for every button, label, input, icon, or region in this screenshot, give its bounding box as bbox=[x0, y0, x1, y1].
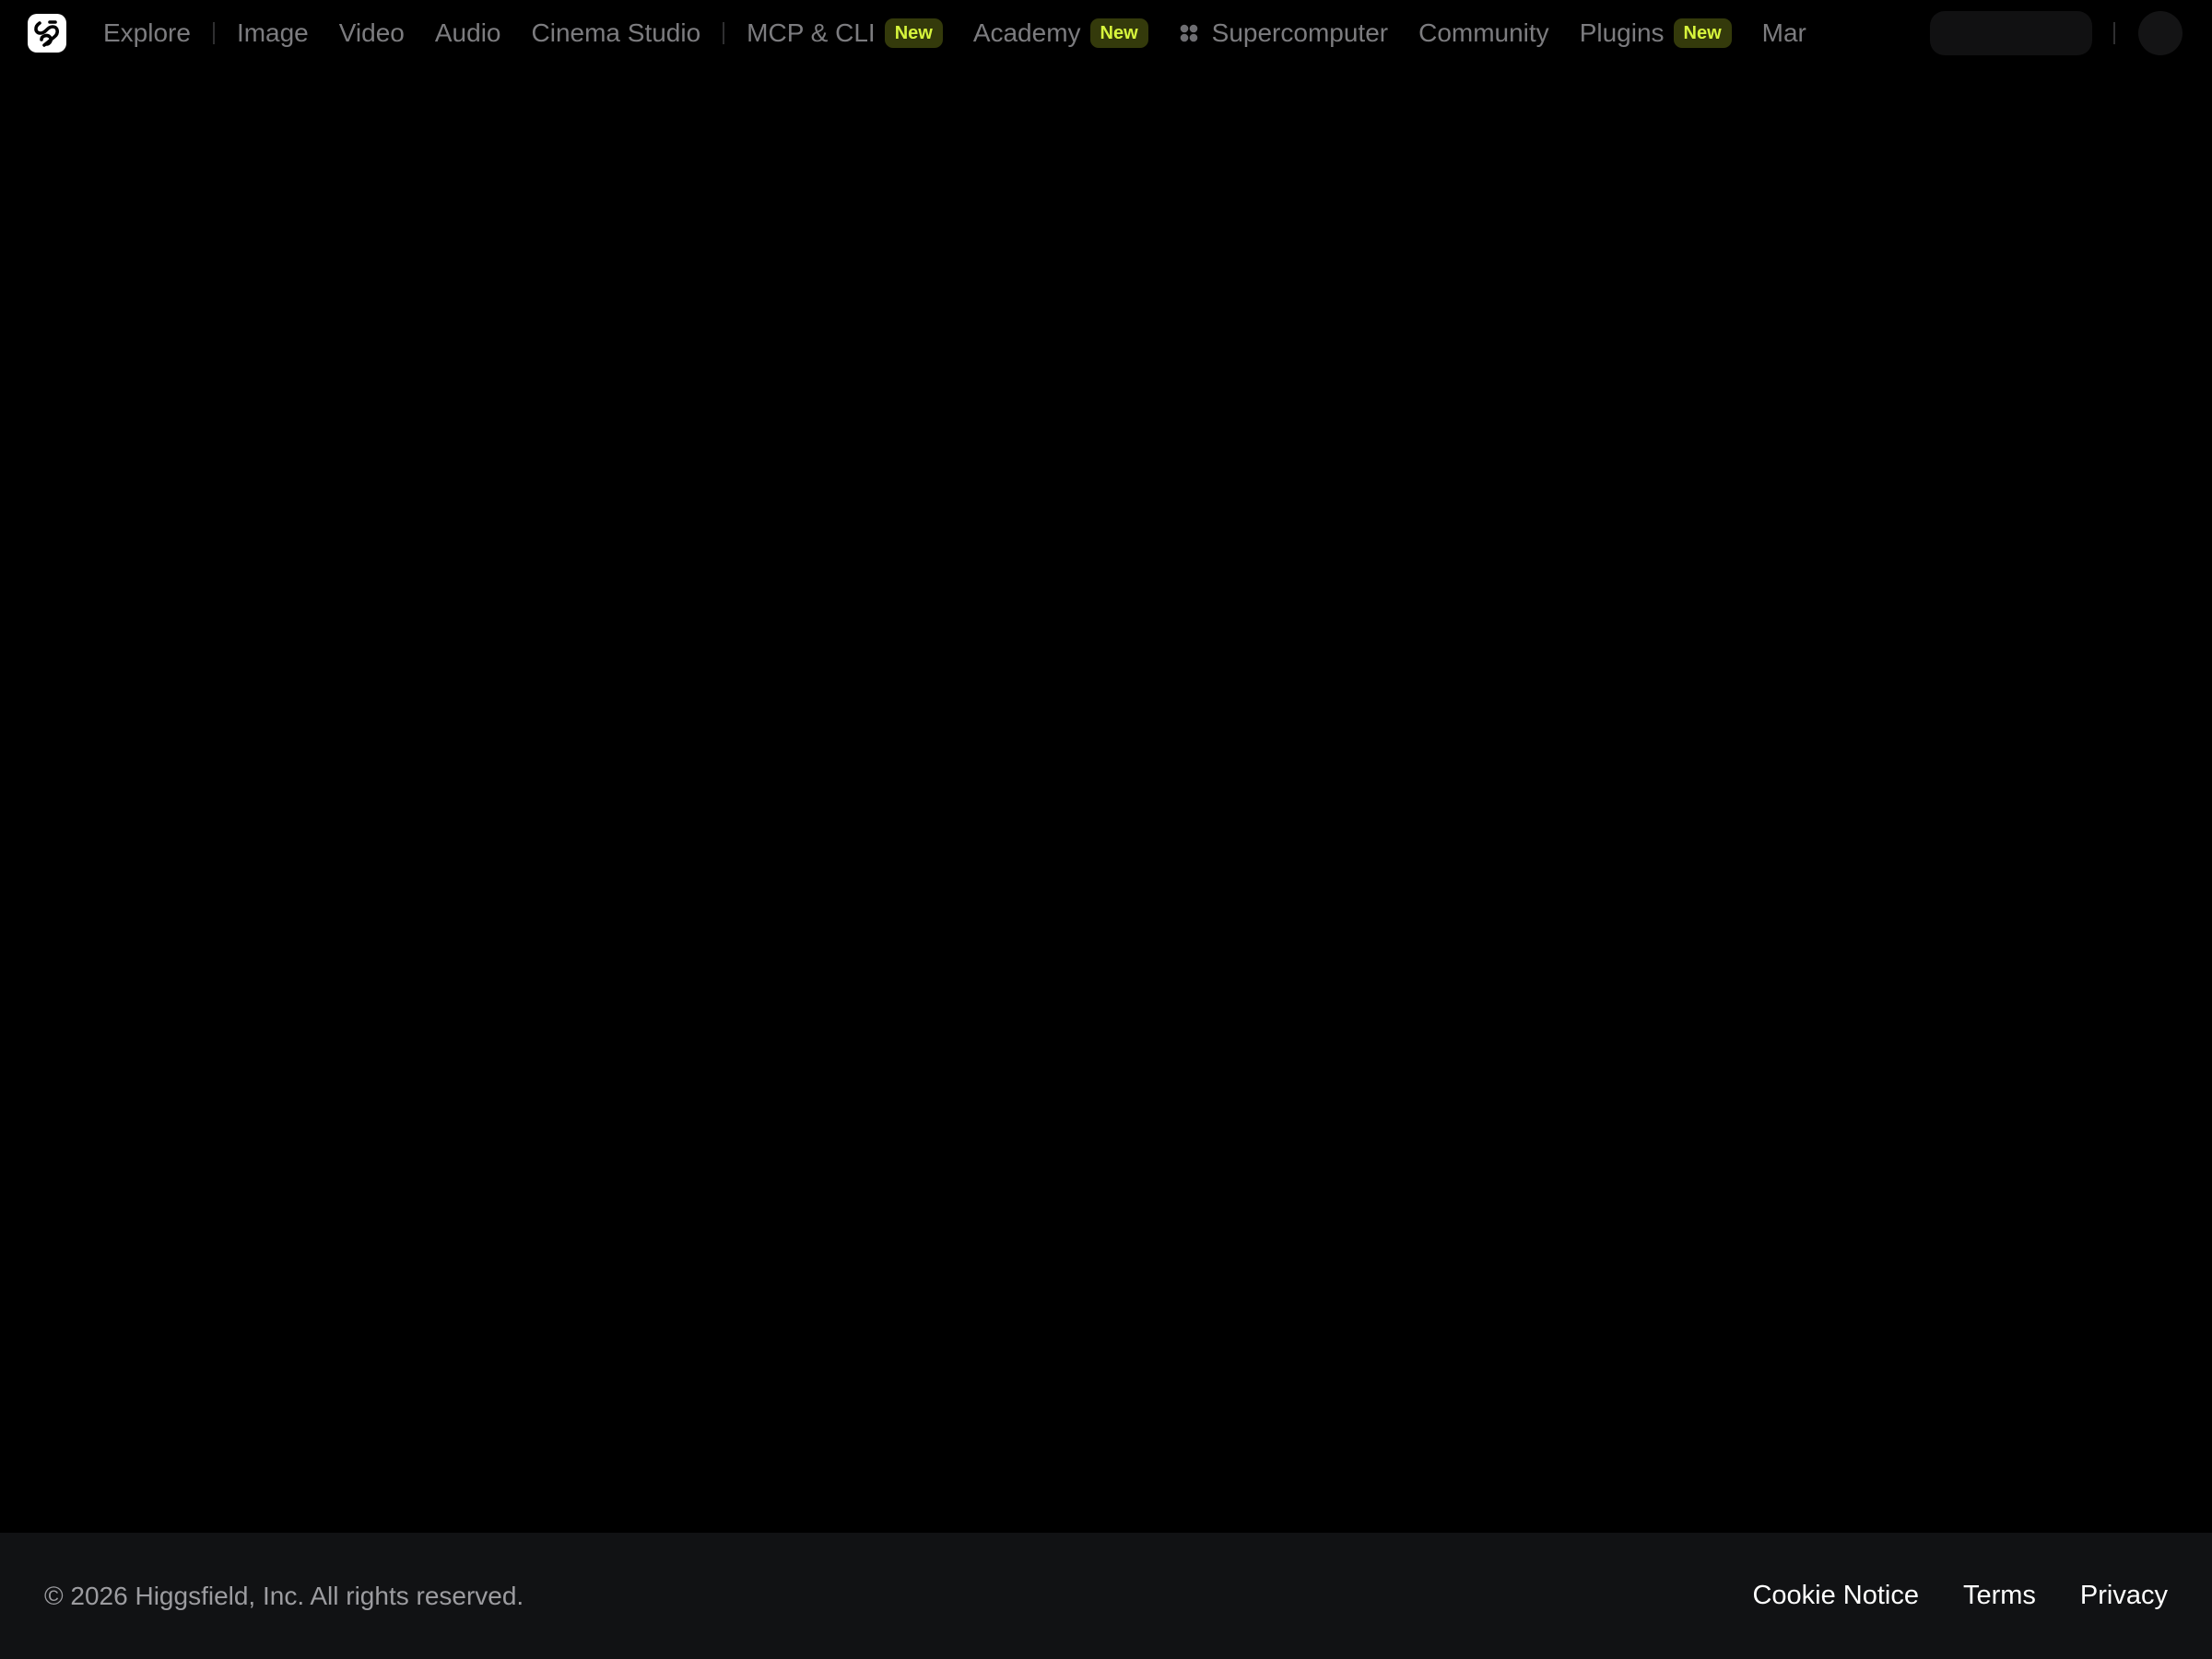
nav-plugins-label: Plugins bbox=[1579, 18, 1665, 47]
avatar[interactable] bbox=[2138, 11, 2183, 55]
copyright-text: © 2026 Higgsfield, Inc. All rights reser… bbox=[44, 1581, 524, 1610]
nav-divider bbox=[723, 22, 725, 44]
nav-explore[interactable]: Explore bbox=[103, 0, 191, 66]
main-nav: Explore Image Video Audio Cinema Studio … bbox=[103, 0, 1908, 66]
logo-mark bbox=[34, 20, 59, 47]
page: Explore Image Video Audio Cinema Studio … bbox=[0, 0, 2212, 1659]
nav-community[interactable]: Community bbox=[1418, 0, 1549, 66]
terms-link[interactable]: Terms bbox=[1963, 1581, 2036, 1611]
nav-supercomputer[interactable]: Supercomputer bbox=[1179, 0, 1388, 66]
nav-plugins[interactable]: Plugins New bbox=[1580, 0, 1732, 66]
nav-image[interactable]: Image bbox=[237, 0, 309, 66]
nav-mcp-cli-label: MCP & CLI bbox=[747, 18, 876, 47]
four-dots-icon bbox=[1179, 23, 1199, 43]
new-badge: New bbox=[1673, 18, 1732, 48]
footer-links: Cookie Notice Terms Privacy bbox=[1752, 1581, 2168, 1611]
top-navigation-bar: Explore Image Video Audio Cinema Studio … bbox=[0, 0, 2212, 66]
nav-academy[interactable]: Academy New bbox=[973, 0, 1148, 66]
nav-supercomputer-label: Supercomputer bbox=[1211, 18, 1389, 47]
nav-marketplace[interactable]: Mar bbox=[1762, 0, 1806, 66]
new-badge: New bbox=[884, 18, 943, 48]
loading-placeholder-pill[interactable] bbox=[1930, 11, 2092, 55]
nav-academy-label: Academy bbox=[972, 18, 1081, 47]
higgsfield-logo-icon[interactable] bbox=[28, 14, 66, 53]
nav-video[interactable]: Video bbox=[339, 0, 405, 66]
footer: © 2026 Higgsfield, Inc. All rights reser… bbox=[0, 1533, 2212, 1659]
nav-divider bbox=[2113, 22, 2115, 44]
nav-divider bbox=[212, 22, 215, 44]
new-badge: New bbox=[1089, 18, 1148, 48]
nav-cinema-studio[interactable]: Cinema Studio bbox=[532, 0, 701, 66]
nav-audio[interactable]: Audio bbox=[435, 0, 501, 66]
cookie-notice-link[interactable]: Cookie Notice bbox=[1752, 1581, 1919, 1611]
privacy-link[interactable]: Privacy bbox=[2080, 1581, 2168, 1611]
nav-mcp-cli[interactable]: MCP & CLI New bbox=[747, 0, 943, 66]
